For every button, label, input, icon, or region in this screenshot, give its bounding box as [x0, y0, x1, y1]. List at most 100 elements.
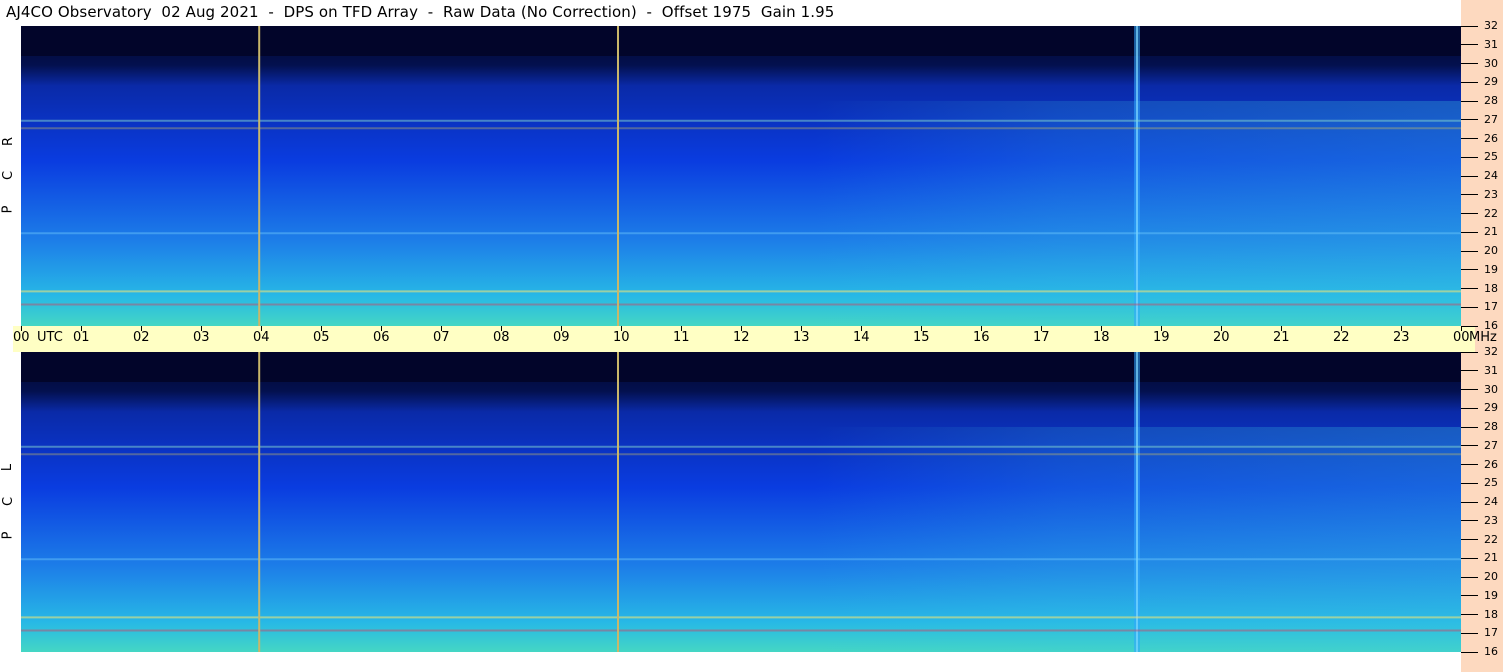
- y-tick-mark: [1461, 63, 1478, 64]
- x-tick-label: 11: [673, 330, 690, 345]
- y-tick-label: 21: [1484, 225, 1498, 239]
- time-marker-line: [258, 26, 261, 326]
- x-tick-mark: [21, 326, 22, 331]
- y-tick-mark: [1461, 426, 1478, 428]
- x-tick-label: 00: [1453, 330, 1470, 345]
- y-axis-unit-label: MHz: [1469, 330, 1497, 345]
- x-tick-label: 23: [1393, 330, 1410, 345]
- y-tick-mark: [1461, 306, 1478, 308]
- y-tick-label: 28: [1484, 420, 1498, 433]
- y-tick-mark: [1461, 325, 1478, 327]
- lcp-spectrogram: [21, 352, 1461, 652]
- y-tick-label: 24: [1484, 495, 1498, 508]
- y-tick-mark: [1461, 389, 1478, 390]
- y-tick-label: 30: [1484, 382, 1498, 396]
- polarization-letter: C: [1, 496, 17, 507]
- x-tick-label: 07: [433, 330, 450, 345]
- x-tick-mark: [1461, 326, 1462, 331]
- y-tick-mark: [1461, 482, 1478, 484]
- x-axis-unit-label: UTC: [37, 330, 63, 345]
- y-tick-label: 29: [1484, 401, 1498, 415]
- y-tick-label: 17: [1484, 300, 1498, 314]
- y-tick-mark: [1461, 651, 1478, 653]
- spectrogram-noise-floor-band: [21, 26, 1461, 56]
- interference-band: [21, 119, 1461, 122]
- x-tick-mark: [501, 326, 502, 331]
- y-tick-mark: [1461, 119, 1478, 121]
- x-tick-label: 21: [1273, 330, 1290, 345]
- y-tick-mark: [1461, 44, 1478, 46]
- y-tick-label: 32: [1484, 345, 1498, 358]
- y-tick-label: 26: [1484, 131, 1498, 145]
- x-tick-label: 22: [1333, 330, 1350, 345]
- x-tick-label: 10: [613, 330, 630, 345]
- x-tick-mark: [561, 326, 562, 331]
- x-tick-mark: [741, 326, 742, 331]
- polarization-letter: C: [1, 170, 17, 181]
- polarization-letter: P: [0, 205, 16, 214]
- y-tick-mark: [1461, 576, 1478, 578]
- x-tick-mark: [801, 326, 802, 331]
- x-tick-label: 13: [793, 330, 810, 345]
- y-tick-mark: [1461, 81, 1478, 83]
- y-tick-label: 25: [1484, 150, 1498, 164]
- y-tick-label: 19: [1484, 588, 1498, 602]
- x-tick-mark: [621, 326, 622, 331]
- x-tick-mark: [1221, 326, 1222, 331]
- x-tick-label: 06: [373, 330, 390, 345]
- y-tick-mark: [1461, 464, 1478, 465]
- activity-burst-core: [1136, 26, 1138, 326]
- y-tick-label: 30: [1484, 56, 1498, 70]
- x-tick-label: 17: [1033, 330, 1050, 345]
- y-tick-mark: [1461, 539, 1478, 540]
- polarization-letter: P: [0, 531, 16, 540]
- y-tick-label: 31: [1484, 37, 1498, 51]
- x-tick-mark: [441, 326, 442, 331]
- interference-band: [21, 629, 1461, 632]
- y-tick-label: 25: [1484, 476, 1498, 490]
- y-tick-mark: [1461, 407, 1478, 409]
- polarization-letter: R: [1, 136, 17, 147]
- x-tick-label: 08: [493, 330, 510, 345]
- x-tick-label: 05: [313, 330, 330, 345]
- x-tick-label: 20: [1213, 330, 1230, 345]
- x-tick-label: 16: [973, 330, 990, 345]
- interference-band: [21, 616, 1461, 619]
- y-tick-label: 16: [1484, 645, 1498, 658]
- time-marker-line: [617, 352, 619, 652]
- y-tick-label: 23: [1484, 187, 1498, 201]
- y-tick-mark: [1461, 25, 1478, 27]
- chart-title: AJ4CO Observatory 02 Aug 2021 - DPS on T…: [6, 3, 835, 21]
- y-tick-label: 29: [1484, 75, 1498, 89]
- interference-band: [21, 127, 1461, 130]
- y-tick-label: 22: [1484, 206, 1498, 220]
- x-tick-mark: [1101, 326, 1102, 331]
- y-tick-label: 31: [1484, 363, 1498, 377]
- y-tick-mark: [1461, 231, 1478, 233]
- interference-band: [21, 232, 1461, 235]
- x-tick-label: 01: [73, 330, 90, 345]
- x-tick-mark: [201, 326, 202, 331]
- polarization-letter: L: [0, 463, 16, 472]
- x-tick-mark: [1281, 326, 1282, 331]
- time-marker-line: [258, 352, 261, 652]
- x-tick-label: 12: [733, 330, 750, 345]
- y-tick-label: 28: [1484, 94, 1498, 107]
- x-tick-mark: [1041, 326, 1042, 331]
- lcp-spectrogram-svg: [21, 352, 1461, 652]
- interference-band: [21, 558, 1461, 561]
- y-tick-mark: [1461, 213, 1478, 214]
- y-tick-label: 27: [1484, 112, 1498, 126]
- y-tick-mark: [1461, 501, 1478, 503]
- x-tick-mark: [1401, 326, 1402, 331]
- y-tick-label: 17: [1484, 626, 1498, 640]
- x-tick-label: 04: [253, 330, 270, 345]
- y-tick-mark: [1461, 370, 1478, 372]
- y-tick-label: 24: [1484, 169, 1498, 182]
- x-tick-mark: [921, 326, 922, 331]
- y-tick-mark: [1461, 632, 1478, 634]
- y-tick-mark: [1461, 445, 1478, 447]
- y-tick-mark: [1461, 250, 1478, 252]
- x-tick-mark: [681, 326, 682, 331]
- rcp-spectrogram-svg: [21, 26, 1461, 326]
